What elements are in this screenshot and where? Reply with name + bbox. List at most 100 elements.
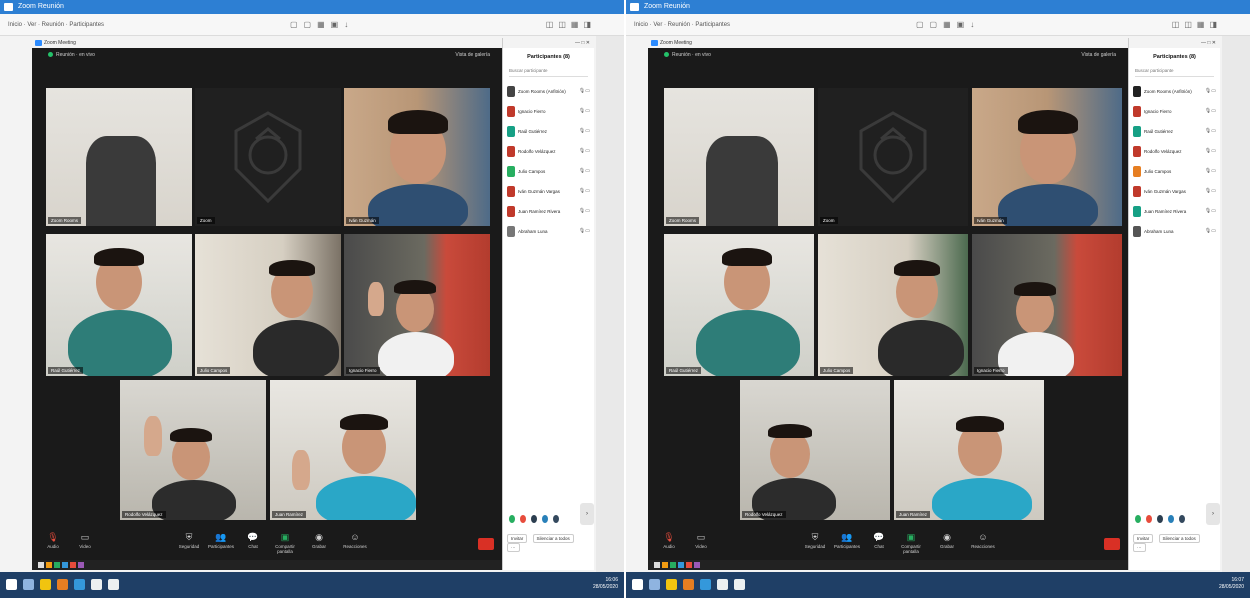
mute-button[interactable]: 🎙 Audio <box>36 530 70 558</box>
mute-all-button[interactable]: Silenciar a todos <box>532 534 574 543</box>
security-button[interactable]: ⛨ Seguridad <box>798 530 832 558</box>
participant-row[interactable]: Julio Campos 🎙▭ <box>507 163 590 180</box>
video-tile[interactable]: Zoom <box>195 88 341 226</box>
participant-row[interactable]: Iván Guzmán Vargas 🎙▭ <box>1133 183 1216 200</box>
toolbar-icons-right[interactable]: ◫◫▦◨ <box>546 14 596 36</box>
system-clock[interactable]: 16:06 28/05/2020 <box>593 577 618 591</box>
menu-text[interactable]: Inicio · Ver · Reunión · Participantes <box>634 14 730 36</box>
view-toggle[interactable]: Vista de galería <box>455 52 490 58</box>
bottom-strip-icons[interactable] <box>38 562 86 570</box>
menu-text[interactable]: Inicio · Ver · Reunión · Participantes <box>8 14 104 36</box>
video-tile[interactable]: Zoom <box>818 88 968 226</box>
toolbar-icons-right[interactable]: ◫◫▦◨ <box>1172 14 1222 36</box>
record-button[interactable]: ◉ Grabar <box>930 530 964 558</box>
taskbar-icons[interactable] <box>632 579 751 592</box>
meeting-info[interactable]: Reunión · en vivo <box>664 52 711 58</box>
meeting-info[interactable]: Reunión · en vivo <box>48 52 95 58</box>
mic-video-icons[interactable]: 🎙▭ <box>1205 83 1216 100</box>
tile-name: Ignacio Fierro <box>974 367 1008 374</box>
share-screen-button[interactable]: ▣ Compartir pantalla <box>894 530 928 558</box>
participants-button[interactable]: 👥 Participantes <box>830 530 864 558</box>
reaction-dots[interactable] <box>509 510 589 523</box>
reaction-dots[interactable] <box>1135 510 1215 523</box>
security-button[interactable]: ⛨ Seguridad <box>172 530 206 558</box>
taskbar-icons[interactable] <box>6 579 125 592</box>
bottom-strip-icons[interactable] <box>654 562 702 570</box>
toolbar-icons[interactable]: ▢▢▦▣↓ <box>290 14 354 36</box>
participants-title: Participantes (8) <box>1153 54 1196 60</box>
video-tile[interactable]: Iván Guzmán <box>344 88 490 226</box>
participant-row[interactable]: Rodolfo Velázquez 🎙▭ <box>507 143 590 160</box>
video-tile[interactable]: Zoom Rooms <box>664 88 814 226</box>
video-tile[interactable]: Rodolfo Velázquez <box>120 380 266 520</box>
mic-video-icons[interactable]: 🎙▭ <box>1205 163 1216 180</box>
participant-row[interactable]: Iván Guzmán Vargas 🎙▭ <box>507 183 590 200</box>
panel-window-controls[interactable]: — □ ✕ <box>503 38 594 48</box>
video-tile[interactable]: Julio Campos <box>818 234 968 376</box>
video-tile[interactable]: Raúl Gutiérrez <box>664 234 814 376</box>
chevron-right-icon[interactable]: › <box>580 503 594 525</box>
share-screen-button[interactable]: ▣ Compartir pantalla <box>268 530 302 558</box>
participant-row[interactable]: Abraham Luna 🎙▭ <box>507 223 590 240</box>
participant-row[interactable]: Rodolfo Velázquez 🎙▭ <box>1133 143 1216 160</box>
reactions-button[interactable]: ☺ Reacciones <box>966 530 1000 558</box>
mute-all-button[interactable]: Silenciar a todos <box>1158 534 1200 543</box>
mute-button[interactable]: 🎙 Audio <box>652 530 686 558</box>
mic-video-icons[interactable]: 🎙▭ <box>579 183 590 200</box>
video-button[interactable]: ▭ Video <box>684 530 718 558</box>
panel-window-controls[interactable]: — □ ✕ <box>1129 38 1220 48</box>
participant-row[interactable]: Raúl Gutiérrez 🎙▭ <box>507 123 590 140</box>
participant-row[interactable]: Juan Ramírez Rivera 🎙▭ <box>1133 203 1216 220</box>
participant-row[interactable]: Zoom Rooms (Anfitrión) 🎙▭ <box>1133 83 1216 100</box>
more-button[interactable]: ··· <box>507 543 520 552</box>
video-tile[interactable]: Raúl Gutiérrez <box>46 234 192 376</box>
mic-video-icons[interactable]: 🎙▭ <box>1205 183 1216 200</box>
chevron-right-icon[interactable]: › <box>1206 503 1220 525</box>
participants-button[interactable]: 👥 Participantes <box>204 530 238 558</box>
participant-row[interactable]: Abraham Luna 🎙▭ <box>1133 223 1216 240</box>
video-tile[interactable]: Juan Ramírez <box>894 380 1044 520</box>
participant-row[interactable]: Zoom Rooms (Anfitrión) 🎙▭ <box>507 83 590 100</box>
view-toggle[interactable]: Vista de galería <box>1081 52 1116 58</box>
video-tile-active-speaker[interactable]: Juan Ramírez <box>270 380 416 520</box>
mic-video-icons[interactable]: 🎙▭ <box>1205 203 1216 220</box>
video-tile-active-speaker[interactable]: Rodolfo Velázquez <box>740 380 890 520</box>
participants-search[interactable]: Buscar participante <box>1135 68 1214 77</box>
end-meeting-button[interactable] <box>478 538 494 550</box>
toolbar-icons[interactable]: ▢▢▦▣↓ <box>916 14 980 36</box>
record-button[interactable]: ◉ Grabar <box>302 530 336 558</box>
mic-video-icons[interactable]: 🎙▭ <box>579 103 590 120</box>
mic-video-icons[interactable]: 🎙▭ <box>579 83 590 100</box>
video-tile[interactable]: Julio Campos <box>195 234 341 376</box>
mic-video-icons[interactable]: 🎙▭ <box>579 123 590 140</box>
video-button[interactable]: ▭ Video <box>68 530 102 558</box>
participants-search[interactable]: Buscar participante <box>509 68 588 77</box>
chat-button[interactable]: 💬 Chat <box>236 530 270 558</box>
mic-video-icons[interactable]: 🎙▭ <box>579 143 590 160</box>
participant-row[interactable]: Ignacio Fierro 🎙▭ <box>507 103 590 120</box>
shield-icon <box>48 52 53 58</box>
reactions-button[interactable]: ☺ Reacciones <box>338 530 372 558</box>
video-tile[interactable]: Ignacio Fierro <box>344 234 490 376</box>
participant-row[interactable]: Ignacio Fierro 🎙▭ <box>1133 103 1216 120</box>
video-tile[interactable]: Ignacio Fierro <box>972 234 1122 376</box>
mic-video-icons[interactable]: 🎙▭ <box>1205 143 1216 160</box>
outer-menubar: Inicio · Ver · Reunión · Participantes ▢… <box>0 14 624 36</box>
participant-row[interactable]: Julio Campos 🎙▭ <box>1133 163 1216 180</box>
mic-video-icons[interactable]: 🎙▭ <box>579 223 590 240</box>
video-tile[interactable]: Iván Guzmán <box>972 88 1122 226</box>
mic-video-icons[interactable]: 🎙▭ <box>1205 103 1216 120</box>
more-button[interactable]: ··· <box>1133 543 1146 552</box>
invite-button[interactable]: Invitar <box>1133 534 1154 543</box>
mic-video-icons[interactable]: 🎙▭ <box>579 203 590 220</box>
participant-row[interactable]: Raúl Gutiérrez 🎙▭ <box>1133 123 1216 140</box>
mic-video-icons[interactable]: 🎙▭ <box>579 163 590 180</box>
mic-video-icons[interactable]: 🎙▭ <box>1205 123 1216 140</box>
end-meeting-button[interactable] <box>1104 538 1120 550</box>
mic-video-icons[interactable]: 🎙▭ <box>1205 223 1216 240</box>
video-tile[interactable]: Zoom Rooms <box>46 88 192 226</box>
chat-button[interactable]: 💬 Chat <box>862 530 896 558</box>
participant-row[interactable]: Juan Ramírez Rivera 🎙▭ <box>507 203 590 220</box>
invite-button[interactable]: Invitar <box>507 534 528 543</box>
system-clock[interactable]: 16:07 28/05/2020 <box>1219 577 1244 591</box>
